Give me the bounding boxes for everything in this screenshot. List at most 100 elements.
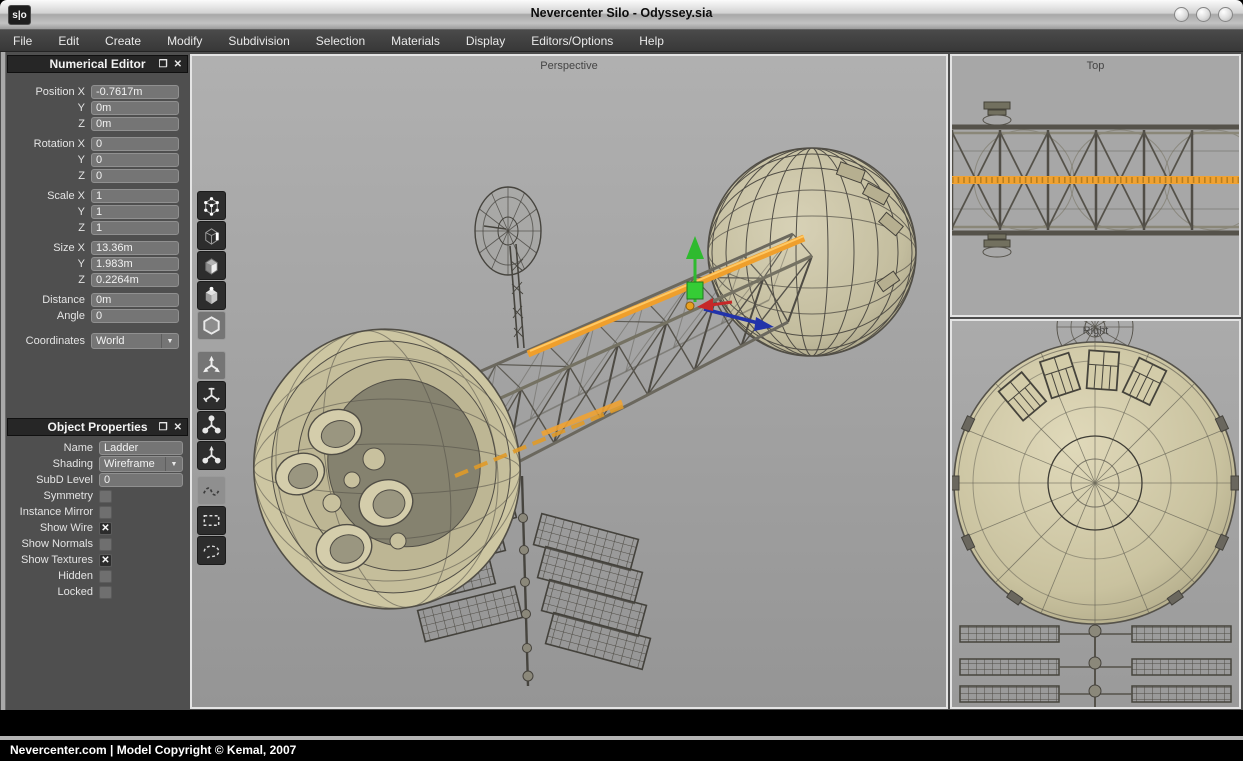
right-viewport[interactable]: Right <box>950 319 1241 709</box>
multi-mode-icon[interactable] <box>197 281 226 310</box>
numerical-editor-title: Numerical Editor <box>49 57 145 71</box>
menu-item-display[interactable]: Display <box>453 30 518 52</box>
property-label: Show Normals <box>7 538 99 550</box>
object-property-row: SubD Level0 <box>7 472 188 488</box>
panel-close-icon[interactable]: ✕ <box>174 60 182 70</box>
property-label: Instance Mirror <box>7 506 99 518</box>
object-mode-icon[interactable] <box>197 311 226 340</box>
numerical-input[interactable]: 0m <box>91 293 179 307</box>
top-canvas[interactable] <box>952 56 1239 315</box>
property-label: Shading <box>7 458 99 470</box>
subd-level-input[interactable]: 0 <box>99 473 183 487</box>
perspective-canvas[interactable] <box>192 56 946 707</box>
minimize-button[interactable] <box>1174 7 1189 22</box>
numerical-label: Z <box>7 118 91 130</box>
property-label: Symmetry <box>7 490 99 502</box>
maximize-button[interactable] <box>1196 7 1211 22</box>
symmetry-checkbox[interactable] <box>99 490 112 503</box>
top-viewport[interactable]: Top <box>950 54 1241 317</box>
numerical-input[interactable]: 0 <box>91 309 179 323</box>
shading-dropdown[interactable]: Wireframe▼ <box>99 456 183 472</box>
show-normals-checkbox[interactable] <box>99 538 112 551</box>
numerical-input[interactable]: 13.36m <box>91 241 179 255</box>
numerical-input[interactable]: 1 <box>91 205 179 219</box>
universal-tool-icon[interactable] <box>197 441 226 470</box>
numerical-row: Scale X1 <box>7 188 188 204</box>
numerical-editor-header[interactable]: Numerical Editor ❒ ✕ <box>7 55 188 73</box>
numerical-input[interactable]: 0 <box>91 169 179 183</box>
numerical-input[interactable]: 0.2264m <box>91 273 179 287</box>
numerical-row: Y0 <box>7 152 188 168</box>
numerical-label: Y <box>7 258 91 270</box>
numerical-input[interactable]: 0 <box>91 137 179 151</box>
object-property-row: NameLadder <box>7 440 188 456</box>
name-input[interactable]: Ladder <box>99 441 183 455</box>
numerical-editor-body: Position X-0.7617mY0mZ0mRotation X0Y0Z0S… <box>7 80 188 349</box>
close-button[interactable] <box>1218 7 1233 22</box>
numerical-row: Z0m <box>7 116 188 132</box>
move-tool-icon[interactable] <box>197 351 226 380</box>
menu-item-create[interactable]: Create <box>92 30 154 52</box>
panel-collapse-icon[interactable]: ❒ <box>159 60 168 70</box>
face-mode-icon[interactable] <box>197 251 226 280</box>
vertex-mode-icon[interactable] <box>197 191 226 220</box>
coordinates-dropdown[interactable]: World ▼ <box>91 333 179 349</box>
menu-item-modify[interactable]: Modify <box>154 30 215 52</box>
command-sphere <box>708 148 916 356</box>
property-label: Hidden <box>7 570 99 582</box>
show-wire-checkbox[interactable]: ✕ <box>99 522 112 535</box>
numerical-input[interactable]: 0m <box>91 117 179 131</box>
lasso-select-tool-icon[interactable] <box>197 536 226 565</box>
panel-close-icon[interactable]: ✕ <box>174 423 182 433</box>
numerical-row: Size X13.36m <box>7 240 188 256</box>
object-property-row: Show Normals <box>7 536 188 552</box>
numerical-row: Angle0 <box>7 308 188 324</box>
chevron-down-icon: ▼ <box>165 457 182 471</box>
rect-select-tool-icon[interactable] <box>197 506 226 535</box>
menu-item-selection[interactable]: Selection <box>303 30 378 52</box>
rotate-tool-icon[interactable] <box>197 381 226 410</box>
title-bar[interactable]: s|o Nevercenter Silo - Odyssey.sia <box>0 0 1243 30</box>
locked-checkbox[interactable] <box>99 586 112 599</box>
object-property-row: Hidden <box>7 568 188 584</box>
silo-application-window: s|o Nevercenter Silo - Odyssey.sia FileE… <box>0 0 1243 761</box>
numerical-input[interactable]: -0.7617m <box>91 85 179 99</box>
sphere-front-view <box>952 342 1239 624</box>
object-properties-header[interactable]: Object Properties ❒ ✕ <box>7 418 188 436</box>
numerical-input[interactable]: 0 <box>91 153 179 167</box>
menu-item-materials[interactable]: Materials <box>378 30 453 52</box>
object-property-row: Instance Mirror <box>7 504 188 520</box>
perspective-viewport[interactable]: Perspective <box>190 54 948 709</box>
caption-text: Nevercenter.com | Model Copyright © Kema… <box>10 743 296 757</box>
numerical-input[interactable]: 1 <box>91 221 179 235</box>
window-controls <box>1174 7 1233 22</box>
numerical-label: Z <box>7 222 91 234</box>
instance-mirror-checkbox[interactable] <box>99 506 112 519</box>
coordinates-label: Coordinates <box>7 335 91 347</box>
dropdown-value: Wireframe <box>100 457 165 471</box>
numerical-rows: Position X-0.7617mY0mZ0mRotation X0Y0Z0S… <box>7 84 188 324</box>
numerical-input[interactable]: 0m <box>91 101 179 115</box>
object-property-row: Locked <box>7 584 188 600</box>
paint-select-tool-icon[interactable] <box>197 476 226 505</box>
menu-item-editors-options[interactable]: Editors/Options <box>518 30 626 52</box>
hidden-checkbox[interactable] <box>99 570 112 583</box>
menu-item-help[interactable]: Help <box>626 30 677 52</box>
numerical-input[interactable]: 1.983m <box>91 257 179 271</box>
menubar: FileEditCreateModifySubdivisionSelection… <box>0 30 1243 52</box>
chevron-down-icon: ▼ <box>161 334 178 348</box>
edge-mode-icon[interactable] <box>197 221 226 250</box>
menu-item-edit[interactable]: Edit <box>45 30 92 52</box>
numerical-input[interactable]: 1 <box>91 189 179 203</box>
scale-tool-icon[interactable] <box>197 411 226 440</box>
content-area: Numerical Editor ❒ ✕ Position X-0.7617mY… <box>0 52 1243 710</box>
numerical-label: Scale X <box>7 190 91 202</box>
menu-item-subdivision[interactable]: Subdivision <box>215 30 302 52</box>
show-textures-checkbox[interactable]: ✕ <box>99 554 112 567</box>
coordinates-value: World <box>92 334 161 348</box>
property-label: Show Textures <box>7 554 99 566</box>
right-canvas[interactable] <box>952 321 1239 707</box>
menu-item-file[interactable]: File <box>0 30 45 52</box>
panel-collapse-icon[interactable]: ❒ <box>159 423 168 433</box>
object-property-row: Show Wire✕ <box>7 520 188 536</box>
